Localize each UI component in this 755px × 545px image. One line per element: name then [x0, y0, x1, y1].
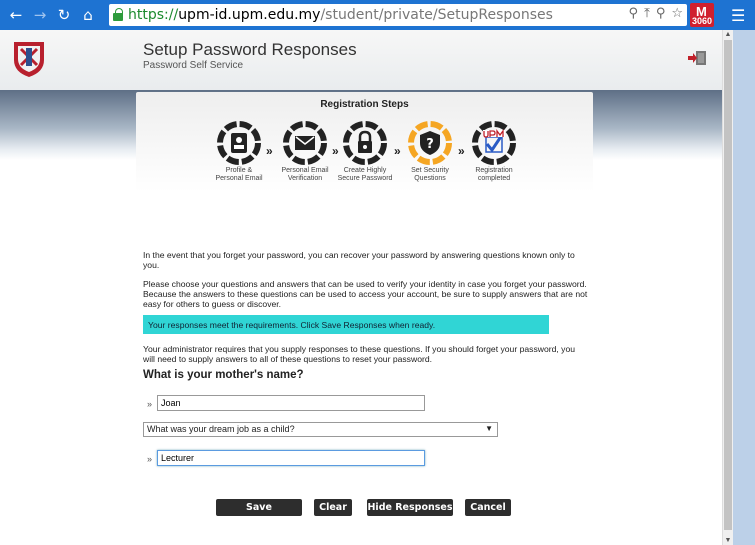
browser-menu-icon[interactable]: ☰: [731, 6, 745, 26]
requirements-notice: Your responses meet the requirements. Cl…: [143, 315, 549, 334]
desktop-background: [733, 30, 755, 545]
steps-title: Registration Steps: [320, 99, 409, 110]
step-label: Registration completed: [475, 167, 513, 182]
question-1-label: What is your mother's name?: [143, 369, 304, 381]
url-scheme: https://: [128, 7, 179, 23]
reload-icon[interactable]: ↻: [54, 6, 74, 24]
answer-2-bullet: »: [147, 454, 153, 464]
step-label: Personal Email Verification: [281, 167, 329, 182]
browser-toolbar: ← → ↻ ⌂ https://upm-id.upm.edu.my/studen…: [0, 0, 755, 30]
mail-badge-count: 3060: [691, 16, 713, 26]
chevron-right-icon: »: [394, 144, 401, 158]
key-icon[interactable]: ⚲: [656, 6, 666, 21]
home-icon[interactable]: ⌂: [78, 6, 98, 24]
profile-card-icon: [217, 121, 261, 165]
step-email-verification: Personal Email Verification: [276, 120, 334, 183]
instructions-text: Please choose your questions and answers…: [143, 279, 588, 309]
pin-icon[interactable]: ⤒: [644, 6, 650, 21]
admin-note-text: Your administrator requires that you sup…: [143, 344, 575, 364]
step-registration-completed: Registration completed: [465, 120, 523, 183]
padlock-icon: [343, 121, 387, 165]
page-header: Setup Password Responses Password Self S…: [0, 30, 722, 90]
intro-text: In the event that you forget your passwo…: [143, 250, 575, 270]
scroll-down-icon[interactable]: ▼: [723, 537, 733, 544]
zoom-icon[interactable]: ⚲: [629, 6, 639, 21]
cancel-button[interactable]: Cancel: [465, 499, 511, 516]
scrollbar-thumb[interactable]: [724, 40, 732, 530]
question-2-selected: What was your dream job as a child?: [147, 424, 295, 434]
scroll-up-icon[interactable]: ▲: [723, 31, 733, 38]
checkmark-icon: [472, 121, 516, 165]
step-label: Set Security Questions: [411, 167, 449, 182]
chevron-right-icon: »: [266, 144, 273, 158]
forward-icon[interactable]: →: [30, 6, 50, 24]
svg-text:?: ?: [426, 137, 434, 152]
page-content: Setup Password Responses Password Self S…: [0, 30, 722, 545]
upm-crest-logo: [14, 42, 44, 77]
logout-icon[interactable]: [687, 50, 707, 66]
url-host: upm-id.upm.edu.my: [178, 7, 321, 23]
back-icon[interactable]: ←: [6, 6, 26, 24]
hide-responses-button[interactable]: Hide Responses: [367, 499, 453, 516]
bookmark-star-icon[interactable]: ☆: [671, 6, 683, 21]
envelope-icon: [283, 121, 327, 165]
clear-button[interactable]: Clear: [314, 499, 352, 516]
dropdown-arrow-icon: ▼: [485, 424, 493, 433]
step-label: Profile & Personal Email: [215, 167, 263, 182]
step-secure-password: Create Highly Secure Password: [336, 120, 394, 183]
chevron-right-icon: »: [458, 144, 465, 158]
save-responses-button[interactable]: Save Responses: [216, 499, 302, 530]
url-path: /student/private/SetupResponses: [320, 7, 553, 23]
shield-question-icon: ?: [408, 121, 452, 165]
answer-1-input[interactable]: [157, 395, 425, 411]
step-label: Create Highly Secure Password: [337, 167, 393, 182]
answer-1-bullet: »: [147, 399, 153, 409]
answer-2-input[interactable]: [157, 450, 425, 466]
page-title: Setup Password Responses: [143, 40, 357, 59]
registration-steps: Registration Steps Profile & Personal Ema…: [136, 92, 593, 192]
question-2-select[interactable]: What was your dream job as a child? ▼: [143, 422, 498, 437]
address-bar[interactable]: https://upm-id.upm.edu.my/student/privat…: [109, 4, 687, 26]
step-profile: Profile & Personal Email: [210, 120, 268, 183]
page-subtitle: Password Self Service: [143, 60, 244, 71]
vertical-scrollbar[interactable]: ▲ ▼: [722, 30, 733, 545]
step-security-questions: ? Set Security Questions: [401, 120, 459, 183]
lock-icon: [113, 8, 123, 21]
mail-extension-icon[interactable]: 3060: [690, 3, 714, 27]
